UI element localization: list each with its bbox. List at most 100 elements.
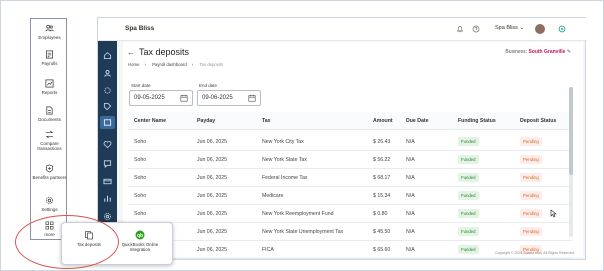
breadcrumb-payroll-dashboard[interactable]: Payroll dashboard xyxy=(152,62,187,67)
gear-icon xyxy=(45,196,54,205)
sidebar-item-label: Payrolls xyxy=(41,61,58,66)
table-cell: New York State Tax xyxy=(262,157,307,163)
sidebar-item-reports[interactable]: Reports xyxy=(31,79,68,95)
deposit-status-badge: Pending xyxy=(520,191,542,200)
sidebar-item-label: Employees xyxy=(38,35,61,40)
payroll-icon xyxy=(45,50,54,59)
funding-status-badge: Funded xyxy=(458,245,479,254)
table-row[interactable]: SohoJun 06, 2025FICA$ 65.60N/AFundedPend… xyxy=(128,241,572,259)
people-icon xyxy=(45,24,54,33)
mouse-cursor-icon xyxy=(550,209,557,218)
business-switcher[interactable]: Spa Bliss ⌄ xyxy=(495,25,524,31)
table-cell: Medicare xyxy=(262,193,284,199)
business-name[interactable]: South Granville xyxy=(528,49,565,55)
table-cell: $ 56.22 xyxy=(373,157,391,163)
business-indicator: Business: South Granville ✎ xyxy=(505,49,571,55)
deposit-status-badge: Pending xyxy=(520,173,542,182)
chat-icon[interactable] xyxy=(103,159,112,168)
table-cell: Soho xyxy=(134,193,147,199)
calendar-icon[interactable] xyxy=(180,94,188,102)
table-cell: Jun 06, 2025 xyxy=(197,193,227,199)
edit-icon[interactable]: ✎ xyxy=(567,49,571,55)
funding-status-badge: Funded xyxy=(458,209,479,218)
people-icon[interactable] xyxy=(103,69,112,78)
column-header[interactable]: Tax xyxy=(262,118,271,124)
table-cell: New York City Tax xyxy=(262,139,304,145)
reports-icon xyxy=(45,79,54,88)
scrollbar-thumb[interactable] xyxy=(569,87,573,175)
bell-icon[interactable] xyxy=(456,25,464,33)
breadcrumb: Home › Payroll dashboard › Tax deposits xyxy=(128,62,228,67)
payroll-icon[interactable] xyxy=(103,118,112,127)
sidebar-item-employees[interactable]: Employees xyxy=(31,24,68,40)
table-cell: $ 0.80 xyxy=(373,211,388,217)
back-arrow-icon[interactable]: ← xyxy=(127,48,135,57)
home-icon[interactable] xyxy=(103,51,112,60)
breadcrumb-current: Tax deposits xyxy=(199,62,224,67)
page-title: Tax deposits xyxy=(139,47,190,57)
table-cell: $ 65.60 xyxy=(373,247,391,253)
sidebar-item-documents[interactable]: Documents xyxy=(31,106,68,122)
sidebar-item-label: Settings xyxy=(41,207,58,212)
end-date-input[interactable]: 09-06-2025 xyxy=(197,90,261,106)
column-header[interactable]: Amount xyxy=(373,118,393,124)
table-cell: $ 15.34 xyxy=(373,193,391,199)
help-icon[interactable] xyxy=(472,25,480,33)
business-switcher-label: Spa Bliss xyxy=(495,25,518,31)
table-cell: N/A xyxy=(406,193,415,199)
end-date-label: End date xyxy=(199,83,218,88)
breadcrumb-home[interactable]: Home xyxy=(128,62,139,67)
table-row[interactable]: Soho Jun 06, 2025 New York Reemployment Fu… xyxy=(128,205,572,223)
heart-icon[interactable] xyxy=(103,140,112,149)
sidebar-item-benefits-partners[interactable]: Benefits partners xyxy=(31,164,68,180)
table-row[interactable]: SohoJun 06, 2025New York State Unemploym… xyxy=(128,223,572,241)
sidebar-item-settings[interactable]: Settings xyxy=(31,196,68,212)
brand-name: Spa Bliss xyxy=(125,25,155,32)
sidebar-item-label: Documents xyxy=(38,117,61,122)
column-header[interactable]: Center Name xyxy=(134,118,166,124)
sidebar-item-label: Compare transactions xyxy=(37,141,62,151)
funding-status-badge: Funded xyxy=(458,191,479,200)
start-date-input[interactable]: 09-05-2025 xyxy=(129,90,193,106)
main-content: ← Tax deposits Business: South Granville… xyxy=(123,42,583,259)
column-header[interactable]: Funding Status xyxy=(458,118,496,124)
top-bar: Spa Bliss Spa Bliss ⌄ xyxy=(98,18,587,41)
sidebar-item-payrolls[interactable]: Payrolls xyxy=(31,50,68,66)
settings-icon[interactable] xyxy=(103,86,112,95)
funding-status-badge: Funded xyxy=(458,155,479,164)
table-row[interactable]: Soho Jun 06, 2025 New York City Tax $ 26.43… xyxy=(128,133,572,151)
table-cell: Soho xyxy=(134,157,147,163)
menu-item-label: QuickBooks Online Integration xyxy=(121,242,159,252)
table-row[interactable]: Soho Jun 06, 2025 Medicare $ 15.34 N/A Funded… xyxy=(128,187,572,205)
avatar[interactable] xyxy=(535,24,545,34)
calendar-icon[interactable] xyxy=(248,94,256,102)
column-header[interactable]: Deposit Status xyxy=(520,118,556,124)
card-icon[interactable] xyxy=(103,177,112,186)
deposit-status-badge: Pending xyxy=(520,209,542,218)
table-cell: Federal Income Tax xyxy=(262,175,308,181)
compare-icon xyxy=(45,130,54,139)
column-header[interactable]: Due Date xyxy=(406,118,429,124)
table-cell: N/A xyxy=(406,229,415,235)
table-cell: $ 68.17 xyxy=(373,175,391,181)
chart-icon[interactable] xyxy=(103,194,112,203)
table-cell: Soho xyxy=(134,139,147,145)
table-row[interactable]: Soho Jun 06, 2025 Federal Income Tax $ 68.1… xyxy=(128,169,572,187)
tag-icon[interactable] xyxy=(103,102,112,111)
start-date-label: Start date xyxy=(131,83,151,88)
deposit-status-badge: Pending xyxy=(520,227,542,236)
deposit-status-badge: Pending xyxy=(520,155,542,164)
column-header[interactable]: Payday xyxy=(197,118,215,124)
table-cell: Jun 06, 2025 xyxy=(197,247,227,253)
table-scrollbar[interactable] xyxy=(569,87,573,237)
table-cell: N/A xyxy=(406,157,415,163)
funding-status-badge: Funded xyxy=(458,137,479,146)
screenshot-frame: Employees Payrolls Reports Documents Com… xyxy=(0,0,604,271)
table-cell: Soho xyxy=(134,175,147,181)
table-row[interactable]: Soho Jun 06, 2025 New York State Tax $ 56.2… xyxy=(128,151,572,169)
sidebar-item-compare-transactions[interactable]: Compare transactions xyxy=(31,130,68,151)
start-date-value: 09-05-2025 xyxy=(134,95,165,101)
gear-icon[interactable] xyxy=(103,212,112,221)
menu-item-quickbooks[interactable]: qb QuickBooks Online Integration xyxy=(112,230,168,252)
table-cell: Jun 06, 2025 xyxy=(197,229,227,235)
